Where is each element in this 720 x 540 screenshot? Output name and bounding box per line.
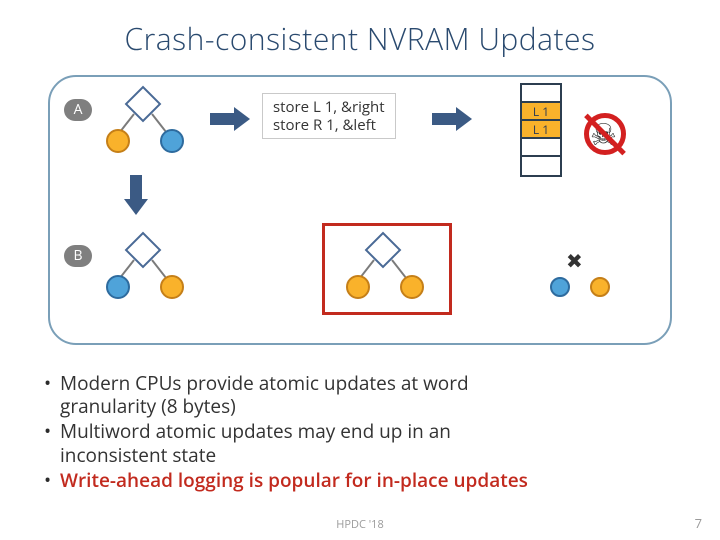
tree-b1-right-yellow xyxy=(160,275,184,299)
bullet-2-line-a: Multiword atomic updates may end up in a… xyxy=(60,418,451,444)
cache-row-2: L 1 xyxy=(522,121,560,139)
page-title: Crash-consistent NVRAM Updates xyxy=(0,0,720,69)
tree-a-right-blue xyxy=(160,129,184,153)
code-store-box: store L 1, &right store R 1, &left xyxy=(262,93,396,139)
bullet-list: Modern CPUs provide atomic updates at wo… xyxy=(44,370,684,494)
cache-row-3 xyxy=(522,139,560,157)
arrow-code-to-cache xyxy=(432,107,472,131)
footer-page-number: 7 xyxy=(695,514,702,532)
tree-a-left-yellow xyxy=(106,129,130,153)
cache-row-1: L 1 xyxy=(522,103,560,121)
bullet-3-text: Write-ahead logging is popular for in-pl… xyxy=(60,467,528,493)
cross-icon: ✖ xyxy=(566,247,583,274)
code-line-1: store L 1, &right xyxy=(273,98,385,116)
bullet-2: Multiword atomic updates may end up in a… xyxy=(44,420,684,466)
state-label-b: B xyxy=(64,245,92,267)
footer-conference: HPDC '18 xyxy=(0,517,720,532)
cache-row-0 xyxy=(522,85,560,103)
tree-b3-yellow xyxy=(590,277,610,297)
state-label-a: A xyxy=(64,99,92,121)
arrow-a-to-code xyxy=(210,107,250,131)
inconsistent-highlight-box xyxy=(322,223,452,315)
bullet-1-line-a: Modern CPUs provide atomic updates at wo… xyxy=(60,370,469,396)
bullet-3: Write-ahead logging is popular for in-pl… xyxy=(44,469,684,492)
tree-b1-left-blue xyxy=(106,275,130,299)
bullet-2-line-b: inconsistent state xyxy=(60,442,216,468)
bullet-1: Modern CPUs provide atomic updates at wo… xyxy=(44,372,684,418)
cache-table: L 1 L 1 xyxy=(520,83,562,177)
diagram-box: A store L 1, &right store R 1, &left L 1… xyxy=(48,75,672,345)
tree-b3-blue xyxy=(550,277,570,297)
code-line-2: store R 1, &left xyxy=(273,116,385,134)
bullet-1-line-b: granularity (8 bytes) xyxy=(60,393,236,419)
arrow-a-to-b xyxy=(124,175,148,215)
cache-row-4 xyxy=(522,157,560,175)
